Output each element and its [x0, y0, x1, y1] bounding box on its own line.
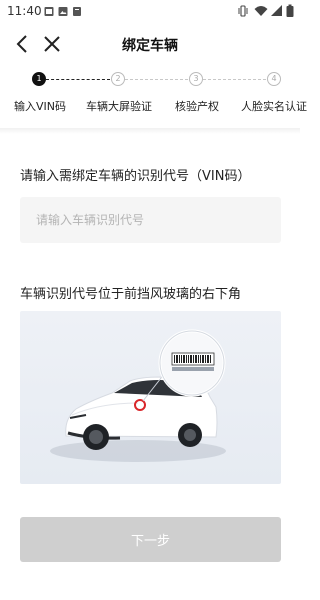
step-connector: [125, 79, 188, 80]
vin-location-hint: 车辆识别代号位于前挡风玻璃的右下角: [20, 287, 242, 302]
progress-stepper: 1 2 3 4 输入VIN码 车辆大屏验证 核验产权 人脸实名认证: [0, 68, 307, 118]
step-4-label: 人脸实名认证: [241, 100, 307, 113]
step-3-indicator: 3: [189, 72, 203, 86]
status-time: 11:40: [7, 4, 42, 18]
status-bar: 11:40: [0, 0, 300, 24]
page-title: 绑定车辆: [122, 38, 178, 54]
signal-icon: [271, 5, 282, 16]
section-divider: [0, 128, 300, 134]
battery-icon: [286, 4, 294, 17]
car-illustration: [50, 329, 226, 462]
step-3-label: 核验产权: [175, 100, 219, 113]
step-connector: [46, 79, 110, 80]
vin-input[interactable]: [20, 197, 281, 243]
image-icon: [44, 7, 54, 16]
photo-icon: [58, 7, 68, 16]
nav-bar: 绑定车辆: [0, 24, 300, 64]
step-2-label: 车辆大屏验证: [86, 100, 152, 113]
car-vin-location-illustration: [20, 311, 281, 484]
step-connector: [203, 79, 266, 80]
wifi-icon: [254, 6, 268, 16]
vin-prompt-label: 请输入需绑定车辆的识别代号（VIN码）: [20, 169, 251, 184]
step-4-indicator: 4: [267, 72, 281, 86]
step-2-indicator: 2: [111, 72, 125, 86]
step-1-indicator: 1: [32, 72, 46, 86]
vibrate-icon: [238, 5, 248, 17]
step-1-label: 输入VIN码: [14, 100, 66, 113]
app-icon: [73, 7, 81, 16]
next-step-button[interactable]: 下一步: [20, 517, 281, 562]
